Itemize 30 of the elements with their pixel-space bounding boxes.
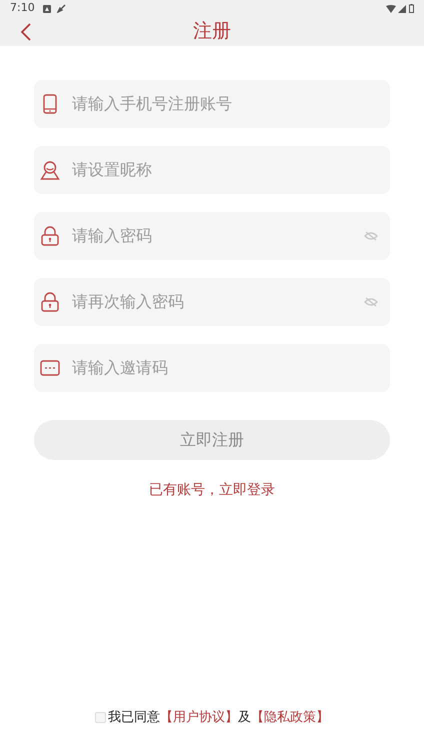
login-link[interactable]: 已有账号，立即登录 [149,480,275,501]
agreement-text: 我已同意 [108,708,160,726]
status-time: 7:10 [10,0,35,16]
lock-icon [41,226,59,246]
phone-icon [43,94,57,114]
input-field[interactable]: 请输入手机号注册账号 [72,92,378,116]
eye-hidden-icon[interactable] [364,297,378,307]
conjunction-text: 及 [238,708,251,726]
input-field[interactable]: 请输入邀请码 [72,356,378,380]
wifi-icon [386,4,396,12]
privacy-policy-link[interactable]: 【隐私政策】 [251,708,329,727]
battery-icon [409,4,414,13]
text-field[interactable]: 请输入手机号注册账号 [34,80,390,128]
person-icon [40,160,60,180]
lock-icon [41,292,59,312]
page-title: 注册 [193,19,231,44]
notification-icon [42,4,51,12]
text-field[interactable]: 请设置昵称 [34,146,390,194]
back-icon [21,23,31,41]
eye-hidden-icon[interactable] [364,231,378,241]
input-field[interactable]: 请设置昵称 [72,158,378,182]
code-icon [40,360,60,376]
agreement-checkbox[interactable] [95,712,106,723]
input-field[interactable]: 请输入密码 [72,224,364,248]
signal-icon [398,4,406,12]
input-field[interactable]: 请再次输入密码 [72,290,364,314]
text-field[interactable]: 请输入密码 [34,212,390,260]
user-agreement-link[interactable]: 【用户协议】 [160,708,238,727]
text-field[interactable]: 请输入邀请码 [34,344,390,392]
text-field[interactable]: 请再次输入密码 [34,278,390,326]
